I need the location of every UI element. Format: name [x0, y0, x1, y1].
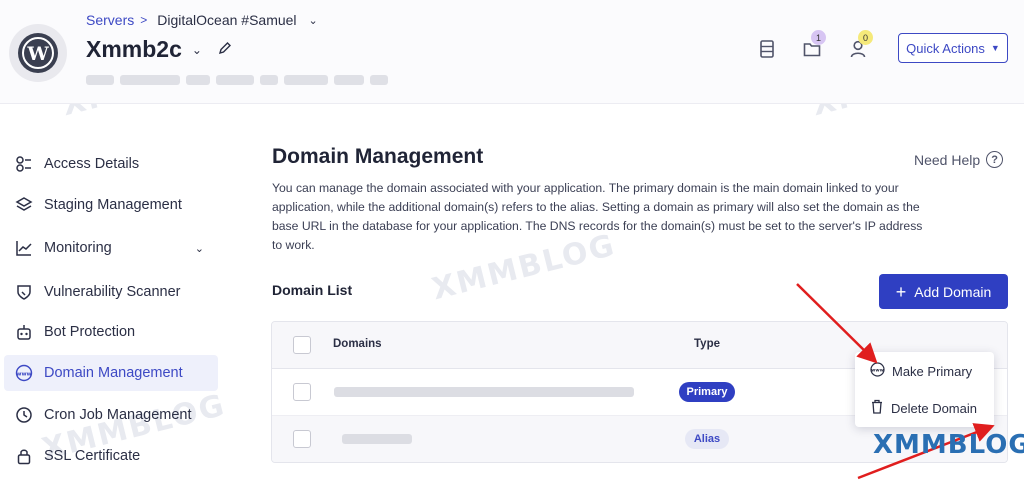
type-badge-alias: Alias — [685, 429, 729, 449]
row-actions-menu: www Make Primary Delete Domain — [855, 352, 994, 427]
sidebar-item-bot-protection[interactable]: Bot Protection — [4, 314, 218, 350]
sidebar-item-label: Bot Protection — [44, 324, 136, 340]
www-icon: www — [14, 363, 34, 383]
chart-line-icon — [14, 238, 34, 258]
add-domain-button[interactable]: + Add Domain — [879, 274, 1008, 309]
need-help-link[interactable]: Need Help ? — [914, 151, 1004, 168]
need-help-label: Need Help — [914, 151, 981, 168]
folder-count-badge: 1 — [811, 30, 826, 45]
menu-item-delete-domain[interactable]: Delete Domain — [855, 390, 994, 426]
svg-text:W: W — [26, 43, 49, 65]
svg-text:www: www — [16, 372, 31, 378]
app-header: W Servers > DigitalOcean #Samuel ⌄ Xmmb2… — [0, 0, 1024, 104]
sidebar-item-monitoring[interactable]: Monitoring ⌄ — [4, 230, 218, 266]
www-icon: www — [870, 362, 885, 380]
sidebar-item-staging-management[interactable]: Staging Management — [4, 187, 218, 223]
layers-icon — [14, 195, 34, 215]
edit-pencil-icon[interactable] — [218, 41, 232, 58]
menu-item-make-primary[interactable]: www Make Primary — [855, 353, 994, 389]
column-header-domains: Domains — [333, 338, 382, 350]
bot-icon — [14, 322, 34, 342]
breadcrumb-servers-link[interactable]: Servers — [86, 12, 134, 28]
shield-icon — [14, 282, 34, 302]
app-info-redacted — [86, 74, 431, 86]
chevron-down-icon[interactable]: ⌄ — [195, 242, 204, 255]
sidebar-item-access-details[interactable]: Access Details — [4, 146, 218, 182]
row-checkbox[interactable] — [293, 383, 311, 401]
lock-icon — [14, 446, 34, 466]
list-icon[interactable] — [756, 38, 778, 60]
make-primary-label: Make Primary — [892, 363, 973, 379]
add-domain-label: Add Domain — [914, 283, 992, 300]
sidebar-item-label: Staging Management — [44, 197, 182, 213]
sidebar-item-ssl-certificate[interactable]: SSL Certificate — [4, 438, 218, 474]
sidebar-item-label: Vulnerability Scanner — [44, 284, 181, 300]
row-checkbox[interactable] — [293, 430, 311, 448]
app-name: Xmmb2c — [86, 36, 182, 62]
sidebar-item-label: SSL Certificate — [44, 448, 141, 464]
watermark-logo: XMMBLOG — [873, 430, 1024, 460]
key-icon — [14, 154, 34, 174]
page-description: You can manage the domain associated wit… — [272, 181, 923, 252]
delete-domain-label: Delete Domain — [891, 400, 977, 416]
chevron-down-icon[interactable]: ⌄ — [192, 43, 202, 57]
help-circle-icon: ? — [986, 151, 1004, 168]
sidebar-item-label: Access Details — [44, 156, 140, 172]
type-badge-primary: Primary — [679, 382, 735, 402]
svg-text:www: www — [871, 369, 884, 374]
column-header-type: Type — [694, 338, 720, 350]
sidebar-item-vulnerability-scanner[interactable]: Vulnerability Scanner — [4, 274, 218, 310]
domain-list-heading: Domain List — [272, 282, 353, 298]
quick-actions-label: Quick Actions — [906, 40, 985, 56]
sidebar-item-cron-job-management[interactable]: Cron Job Management — [4, 397, 218, 433]
trash-icon — [870, 399, 884, 417]
page-title: Domain Management — [272, 145, 484, 168]
wordpress-logo-icon: W — [9, 24, 67, 82]
user-count-badge: 0 — [858, 30, 873, 45]
domain-name-redacted — [342, 434, 412, 444]
sidebar-item-label: Monitoring — [44, 240, 112, 256]
domain-name-redacted — [334, 387, 634, 397]
breadcrumb-server-name[interactable]: DigitalOcean #Samuel — [157, 12, 296, 28]
select-all-checkbox[interactable] — [293, 336, 311, 354]
chevron-down-icon: ▼ — [990, 43, 1000, 53]
breadcrumb-separator: > — [140, 13, 148, 27]
chevron-down-icon[interactable]: ⌄ — [309, 14, 318, 27]
sidebar-item-domain-management[interactable]: www Domain Management — [4, 355, 218, 391]
page-header-title: Xmmb2c ⌄ — [86, 36, 232, 63]
sidebar-item-label: Cron Job Management — [44, 407, 192, 423]
breadcrumb: Servers > DigitalOcean #Samuel ⌄ — [86, 12, 318, 28]
clock-icon — [14, 405, 34, 425]
plus-icon: + — [895, 281, 907, 302]
sidebar-item-label: Domain Management — [44, 365, 183, 381]
quick-actions-button[interactable]: Quick Actions ▼ — [898, 33, 1008, 63]
